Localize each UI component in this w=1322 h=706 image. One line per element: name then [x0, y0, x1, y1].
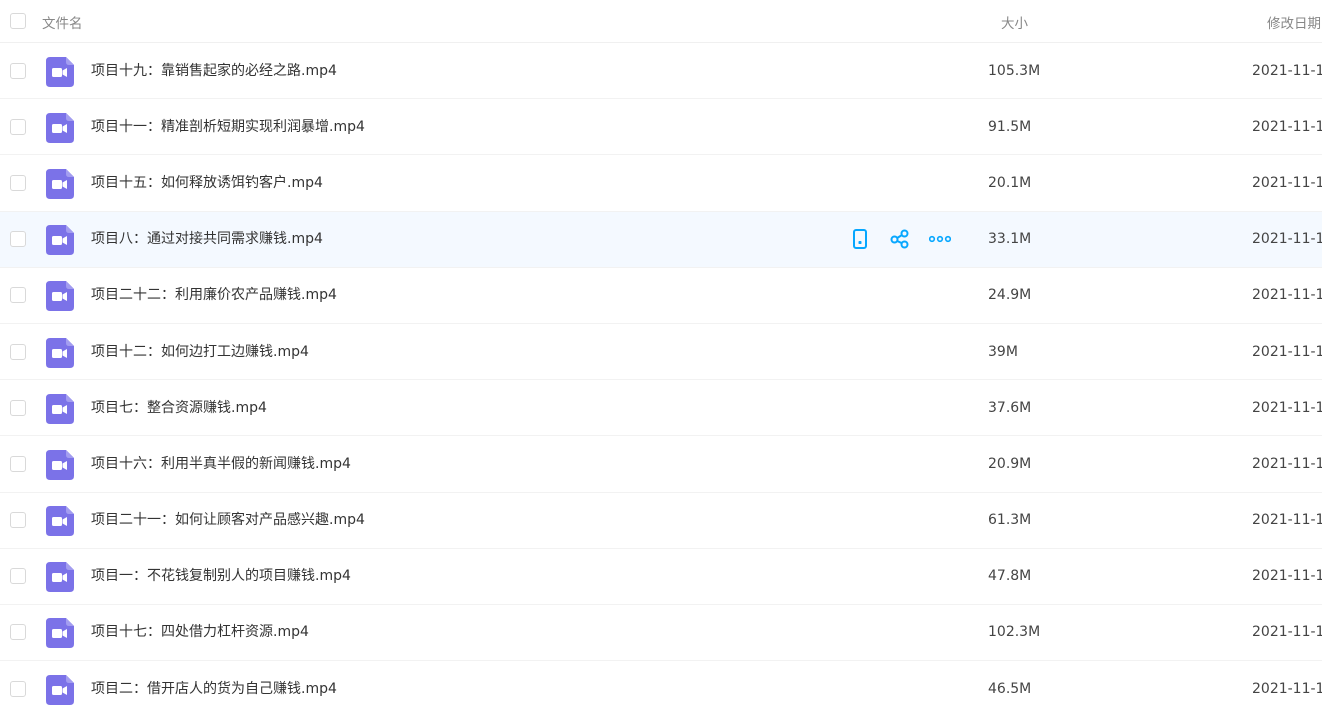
- file-list: 文件名 大小 修改日期 项目十九：靠销售起家的必经之路.mp4 105.3M 202…: [0, 0, 1322, 706]
- file-date: 2021-11-17: [1252, 624, 1322, 641]
- column-header-name[interactable]: 文件名: [42, 12, 83, 32]
- file-size: 33.1M: [988, 231, 1032, 248]
- file-row[interactable]: 项目二：借开店人的货为自己赚钱.mp4 46.5M 2021-11-17: [0, 661, 1322, 706]
- file-row[interactable]: 项目十七：四处借力杠杆资源.mp4 102.3M 2021-11-17: [0, 605, 1322, 662]
- row-checkbox[interactable]: [10, 512, 26, 529]
- row-checkbox[interactable]: [10, 118, 26, 135]
- file-date: 2021-11-17: [1252, 455, 1322, 472]
- row-checkbox[interactable]: [10, 174, 26, 191]
- file-date: 2021-11-17: [1252, 174, 1322, 191]
- file-date: 2021-11-17: [1252, 512, 1322, 529]
- file-row[interactable]: 项目二十二：利用廉价农产品赚钱.mp4 24.9M 2021-11-17: [0, 268, 1322, 324]
- table-header: 文件名 大小 修改日期: [0, 0, 1322, 43]
- file-name[interactable]: 项目十五：如何释放诱饵钓客户.mp4: [91, 174, 323, 192]
- file-row[interactable]: 项目十二：如何边打工边赚钱.mp4 39M 2021-11-17: [0, 324, 1322, 381]
- column-header-date[interactable]: 修改日期: [1267, 12, 1321, 32]
- file-date: 2021-11-17: [1252, 680, 1322, 697]
- file-row[interactable]: 项目十一：精准剖析短期实现利润暴增.mp4 91.5M 2021-11-17: [0, 99, 1322, 156]
- file-name[interactable]: 项目十二：如何边打工边赚钱.mp4: [91, 343, 309, 361]
- file-name[interactable]: 项目十七：四处借力杠杆资源.mp4: [91, 623, 309, 641]
- file-rows: 项目十九：靠销售起家的必经之路.mp4105.3M2021-11-17项目十一：…: [0, 43, 1322, 706]
- row-checkbox[interactable]: [10, 624, 26, 641]
- file-name[interactable]: 项目十九：靠销售起家的必经之路.mp4: [91, 62, 337, 80]
- file-date: 2021-11-17: [1252, 231, 1322, 248]
- file-name[interactable]: 项目二十二：利用廉价农产品赚钱.mp4: [91, 286, 337, 304]
- file-name[interactable]: 项目七：整合资源赚钱.mp4: [91, 399, 267, 417]
- file-size: 61.3M: [988, 512, 1032, 529]
- file-date: 2021-11-17: [1252, 62, 1322, 79]
- file-date: 2021-11-17: [1252, 568, 1322, 585]
- video-file-icon: [46, 506, 74, 537]
- row-checkbox[interactable]: [10, 455, 26, 472]
- file-size: 102.3M: [988, 624, 1041, 641]
- file-size: 39M: [988, 343, 1018, 360]
- video-file-icon: [46, 225, 74, 256]
- file-size: 91.5M: [988, 118, 1032, 135]
- file-date: 2021-11-17: [1252, 287, 1322, 304]
- row-checkbox[interactable]: [10, 287, 26, 304]
- file-size: 24.9M: [988, 287, 1032, 304]
- file-name[interactable]: 项目八：通过对接共同需求赚钱.mp4: [91, 230, 323, 248]
- file-size: 20.9M: [988, 455, 1032, 472]
- file-date: 2021-11-17: [1252, 343, 1322, 360]
- file-name[interactable]: 项目一：不花钱复制别人的项目赚钱.mp4: [91, 567, 351, 585]
- file-name[interactable]: 项目十六：利用半真半假的新闻赚钱.mp4: [91, 455, 351, 473]
- row-checkbox[interactable]: [10, 399, 26, 416]
- file-row[interactable]: 项目八：通过对接共同需求赚钱.mp4 33.1M 2021-11-17: [0, 211, 1322, 268]
- video-file-icon: [46, 562, 74, 593]
- file-size: 105.3M: [988, 62, 1041, 79]
- file-name[interactable]: 项目十一：精准剖析短期实现利润暴增.mp4: [91, 118, 365, 136]
- video-file-icon: [46, 112, 74, 143]
- video-file-icon: [46, 56, 74, 87]
- file-row[interactable]: 项目七：整合资源赚钱.mp4 37.6M 2021-11-17: [0, 380, 1322, 437]
- file-name[interactable]: 项目二十一：如何让顾客对产品感兴趣.mp4: [91, 511, 365, 529]
- row-checkbox[interactable]: [10, 231, 26, 248]
- row-checkbox[interactable]: [10, 680, 26, 697]
- share-icon[interactable]: [889, 228, 911, 250]
- file-date: 2021-11-17: [1252, 118, 1322, 135]
- video-file-icon: [46, 449, 74, 480]
- file-size: 46.5M: [988, 680, 1032, 697]
- video-file-icon: [46, 393, 74, 424]
- video-file-icon: [46, 618, 74, 649]
- more-icon[interactable]: [929, 228, 951, 250]
- file-row[interactable]: 项目十九：靠销售起家的必经之路.mp4 105.3M 2021-11-17: [0, 43, 1322, 100]
- phone-icon[interactable]: [849, 228, 871, 250]
- select-all-checkbox[interactable]: [10, 13, 26, 29]
- row-checkbox[interactable]: [10, 343, 26, 360]
- row-checkbox[interactable]: [10, 62, 26, 79]
- file-size: 37.6M: [988, 399, 1032, 416]
- video-file-icon: [46, 168, 74, 199]
- column-header-size[interactable]: 大小: [1001, 12, 1028, 32]
- file-size: 20.1M: [988, 174, 1032, 191]
- row-checkbox[interactable]: [10, 568, 26, 585]
- file-date: 2021-11-17: [1252, 399, 1322, 416]
- video-file-icon: [46, 337, 74, 368]
- file-row[interactable]: 项目一：不花钱复制别人的项目赚钱.mp4 47.8M 2021-11-17: [0, 549, 1322, 605]
- file-row[interactable]: 项目二十一：如何让顾客对产品感兴趣.mp4 61.3M 2021-11-17: [0, 493, 1322, 549]
- video-file-icon: [46, 281, 74, 312]
- row-actions: [849, 228, 951, 250]
- file-size: 47.8M: [988, 568, 1032, 585]
- video-file-icon: [46, 674, 74, 705]
- file-row[interactable]: 项目十六：利用半真半假的新闻赚钱.mp4 20.9M 2021-11-17: [0, 436, 1322, 493]
- file-name[interactable]: 项目二：借开店人的货为自己赚钱.mp4: [91, 680, 337, 698]
- file-row[interactable]: 项目十五：如何释放诱饵钓客户.mp4 20.1M 2021-11-17: [0, 155, 1322, 212]
